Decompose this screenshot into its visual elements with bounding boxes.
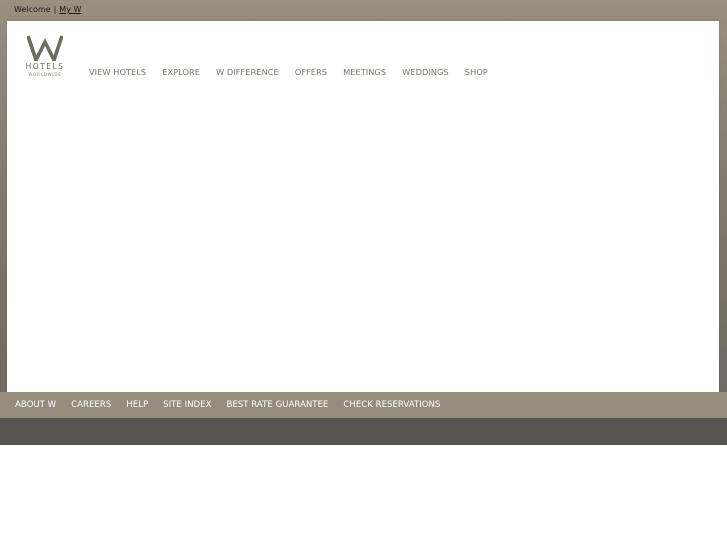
footer-item-best-rate-guarantee[interactable]: BEST RATE GUARANTEE [226, 400, 328, 410]
w-logo-icon [27, 35, 63, 61]
footer-nav: ABOUT W CAREERS HELP SITE INDEX BEST RAT… [0, 392, 727, 418]
w-hotels-logo[interactable]: HOTELS WORLDWIDE [23, 35, 67, 77]
footer-item-site-index[interactable]: SITE INDEX [163, 400, 211, 410]
logo-text: HOTELS [25, 62, 65, 71]
welcome-bar: Welcome | My W [14, 4, 81, 16]
main-nav: VIEW HOTELS EXPLORE W DIFFERENCE OFFERS … [89, 67, 504, 77]
welcome-text: Welcome [14, 5, 51, 14]
footer-dark-strip [0, 418, 727, 445]
nav-item-shop[interactable]: SHOP [465, 67, 488, 77]
footer-item-about-w[interactable]: ABOUT W [15, 400, 56, 410]
nav-item-w-difference[interactable]: W DIFFERENCE [216, 67, 279, 77]
content-panel: HOTELS WORLDWIDE VIEW HOTELS EXPLORE W D… [7, 21, 719, 392]
footer-item-careers[interactable]: CAREERS [71, 400, 111, 410]
nav-item-weddings[interactable]: WEDDINGS [402, 67, 449, 77]
footer-nav-list: ABOUT W CAREERS HELP SITE INDEX BEST RAT… [0, 392, 727, 418]
my-w-link[interactable]: My W [59, 5, 81, 14]
welcome-separator: | [53, 5, 57, 14]
logo-subtext: WORLDWIDE [28, 72, 62, 77]
nav-item-view-hotels[interactable]: VIEW HOTELS [89, 67, 146, 77]
footer-item-help[interactable]: HELP [126, 400, 148, 410]
footer-item-check-reservations[interactable]: CHECK RESERVATIONS [343, 400, 440, 410]
nav-item-explore[interactable]: EXPLORE [162, 67, 200, 77]
nav-item-meetings[interactable]: MEETINGS [343, 67, 386, 77]
nav-item-offers[interactable]: OFFERS [295, 67, 327, 77]
